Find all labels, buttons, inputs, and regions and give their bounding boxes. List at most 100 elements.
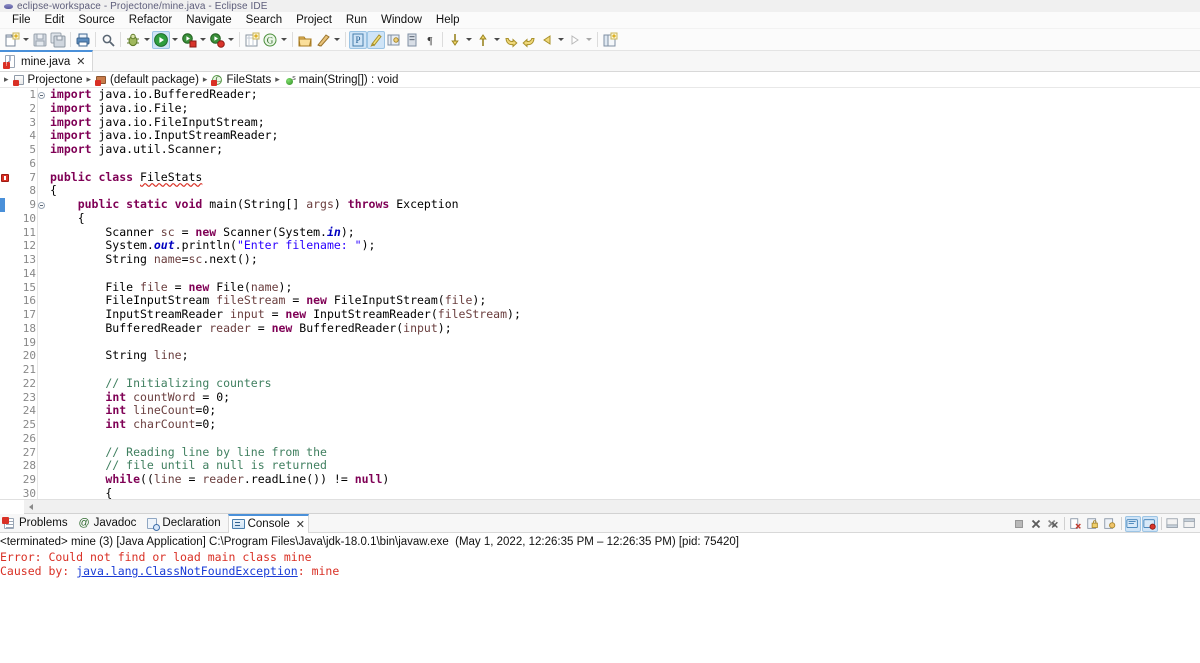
gutter-marker-slot[interactable] <box>0 253 12 267</box>
code-line[interactable]: 6 <box>0 157 1200 171</box>
gutter-marker-slot[interactable] <box>0 267 12 281</box>
show-whitespace-icon[interactable] <box>403 31 421 49</box>
save-icon[interactable] <box>31 31 49 49</box>
print-icon[interactable] <box>74 31 92 49</box>
gutter-marker-slot[interactable] <box>0 116 12 130</box>
clear-console-icon[interactable] <box>1068 516 1084 532</box>
code-line[interactable]: 17 InputStreamReader input = new InputSt… <box>0 307 1200 322</box>
editor-tab-mine-java[interactable]: ! mine.java ✕ <box>0 50 94 71</box>
gutter-marker-slot[interactable] <box>0 308 12 322</box>
pin-editor-icon[interactable] <box>385 31 403 49</box>
error-marker-icon[interactable] <box>0 171 12 185</box>
previous-edit-dropdown-icon[interactable] <box>556 31 566 49</box>
code-line[interactable]: 14 <box>0 267 1200 281</box>
code-line[interactable]: 9 public static void main(String[] args)… <box>0 197 1200 212</box>
search-icon[interactable] <box>99 31 117 49</box>
new-wizard-dropdown-icon[interactable] <box>21 31 31 49</box>
run-icon[interactable] <box>152 30 170 49</box>
open-console-icon[interactable] <box>1142 515 1158 532</box>
panel-tab-problems[interactable]: Problems <box>0 514 75 533</box>
coverage-dropdown-icon[interactable] <box>226 31 236 49</box>
menu-item-project[interactable]: Project <box>289 13 339 27</box>
code-line[interactable]: 12 System.out.println("Enter filename: "… <box>0 238 1200 253</box>
menu-item-navigate[interactable]: Navigate <box>179 13 238 27</box>
next-edit-icon[interactable] <box>566 31 584 49</box>
gutter-marker-slot[interactable] <box>0 157 12 171</box>
new-java-project-icon[interactable] <box>243 31 261 49</box>
coverage-icon[interactable] <box>208 31 226 49</box>
gutter-marker-slot[interactable] <box>0 446 12 460</box>
code-line[interactable]: 2 import java.io.File; <box>0 101 1200 116</box>
gutter-marker-slot[interactable] <box>0 239 12 253</box>
current-line-marker[interactable] <box>0 198 12 212</box>
debug-dropdown-icon[interactable] <box>142 31 152 49</box>
console-output[interactable]: <terminated> mine (3) [Java Application]… <box>0 533 1200 653</box>
gutter-marker-slot[interactable] <box>0 418 12 432</box>
gutter-marker-slot[interactable] <box>0 143 12 157</box>
code-line[interactable]: 19 <box>0 336 1200 350</box>
save-all-icon[interactable] <box>49 31 67 49</box>
breadcrumb-item-0[interactable]: Projectone <box>12 74 84 86</box>
forward-icon[interactable] <box>520 31 538 49</box>
close-icon[interactable]: ✕ <box>293 518 305 531</box>
gutter-marker-slot[interactable] <box>0 88 12 102</box>
terminate-icon[interactable] <box>1011 516 1027 532</box>
code-line[interactable]: 15 File file = new File(name); <box>0 280 1200 295</box>
code-line[interactable]: 10 { <box>0 211 1200 226</box>
close-icon[interactable]: ✕ <box>74 56 87 67</box>
new-class-dropdown-icon[interactable] <box>279 31 289 49</box>
code-line[interactable]: 20 String line; <box>0 348 1200 363</box>
pin-console-icon[interactable] <box>1102 516 1118 532</box>
link-with-editor-icon[interactable] <box>367 30 385 49</box>
code-line[interactable]: 3 import java.io.FileInputStream; <box>0 115 1200 130</box>
menu-item-file[interactable]: File <box>5 13 38 27</box>
display-selected-console-icon[interactable] <box>1125 515 1141 532</box>
maximize-icon[interactable] <box>1182 516 1198 532</box>
code-line[interactable]: 7 public class FileStats <box>0 170 1200 185</box>
open-perspective-icon[interactable] <box>601 31 619 49</box>
gutter-marker-slot[interactable] <box>0 432 12 446</box>
gutter-marker-slot[interactable] <box>0 212 12 226</box>
gutter-marker-slot[interactable] <box>0 391 12 405</box>
code-line[interactable]: 11 Scanner sc = new Scanner(System.in); <box>0 225 1200 240</box>
next-annotation-dropdown-icon[interactable] <box>464 31 474 49</box>
mark-occurrences-dropdown-icon[interactable] <box>332 31 342 49</box>
minimize-icon[interactable] <box>1165 516 1181 532</box>
code-fold-toggle-icon[interactable] <box>37 198 46 212</box>
code-line[interactable]: 29 while((line = reader.readLine()) != n… <box>0 472 1200 487</box>
paragraph-icon[interactable]: ¶ <box>421 31 439 49</box>
code-line[interactable]: 18 BufferedReader reader = new BufferedR… <box>0 321 1200 336</box>
gutter-marker-slot[interactable] <box>0 473 12 487</box>
gutter-marker-slot[interactable] <box>0 281 12 295</box>
stacktrace-link[interactable]: java.lang.ClassNotFoundException <box>76 564 298 578</box>
menu-item-search[interactable]: Search <box>239 13 289 27</box>
gutter-marker-slot[interactable] <box>0 487 12 499</box>
code-line[interactable]: 1 import java.io.BufferedReader; <box>0 88 1200 102</box>
panel-tab-console[interactable]: Console ✕ <box>227 513 310 533</box>
code-line[interactable]: 28 // file until a null is returned <box>0 458 1200 473</box>
scroll-lock-icon[interactable] <box>1085 516 1101 532</box>
gutter-marker-slot[interactable] <box>0 377 12 391</box>
code-line[interactable]: 30 { <box>0 486 1200 499</box>
menu-item-window[interactable]: Window <box>374 13 429 27</box>
gutter-marker-slot[interactable] <box>0 102 12 116</box>
scroll-left-icon[interactable] <box>24 500 38 514</box>
previous-annotation-icon[interactable] <box>474 31 492 49</box>
gutter-marker-slot[interactable] <box>0 363 12 377</box>
editor-horizontal-scrollbar[interactable] <box>0 499 1200 514</box>
panel-tab-javadoc[interactable]: @ Javadoc <box>75 514 144 533</box>
code-line[interactable]: 8{ <box>0 183 1200 198</box>
previous-annotation-dropdown-icon[interactable] <box>492 31 502 49</box>
remove-launch-icon[interactable] <box>1028 516 1044 532</box>
menu-item-help[interactable]: Help <box>429 13 467 27</box>
toggle-mark-occurrences-icon[interactable] <box>314 31 332 49</box>
next-edit-dropdown-icon[interactable] <box>584 31 594 49</box>
gutter-marker-slot[interactable] <box>0 322 12 336</box>
menu-item-edit[interactable]: Edit <box>38 13 72 27</box>
breadcrumb-item-3[interactable]: s main(String[]) : void <box>283 74 400 86</box>
code-line[interactable]: 25 int charCount=0; <box>0 417 1200 432</box>
run-external-tools-icon[interactable] <box>180 31 198 49</box>
gutter-marker-slot[interactable] <box>0 336 12 350</box>
menu-item-run[interactable]: Run <box>339 13 374 27</box>
code-editor[interactable]: 1 import java.io.BufferedReader; 2 import j… <box>0 88 1200 499</box>
